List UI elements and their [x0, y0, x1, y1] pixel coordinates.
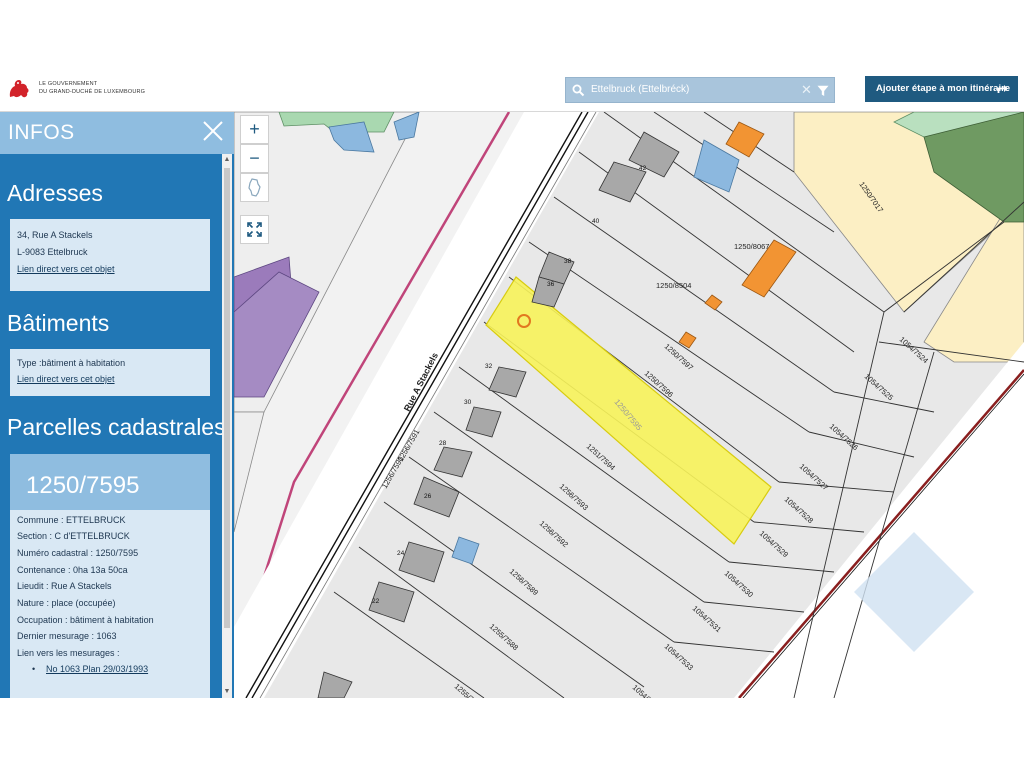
scrollbar-thumb[interactable] — [224, 168, 230, 628]
parcel-info-line: Section : C d'ETTELBRUCK — [17, 531, 130, 541]
zoom-out-label: − — [249, 148, 260, 168]
address-street: 34, Rue A Stackels — [17, 230, 93, 240]
bottom-blank-area — [0, 698, 1024, 768]
parcel-info-line: Dernier mesurage : 1063 — [17, 631, 117, 641]
fullscreen-icon — [247, 222, 262, 237]
geoportail-window: LE GOUVERNEMENT DU GRAND-DUCHÉ DE LUXEMB… — [0, 0, 1024, 768]
turn-right-arrow-icon — [997, 85, 1008, 93]
top-header: LE GOUVERNEMENT DU GRAND-DUCHÉ DE LUXEMB… — [0, 68, 1024, 112]
parcel-info-line: Occupation : bâtiment à habitation — [17, 615, 154, 625]
parcel-card: 1250/7595 Commune : ETTELBRUCK Section :… — [10, 454, 210, 698]
info-panel-header: INFOS — [0, 112, 234, 154]
house-number: 30 — [464, 399, 472, 406]
building-direct-link[interactable]: Lien direct vers cet objet — [17, 374, 115, 384]
measurement-link[interactable]: No 1063 Plan 29/03/1993 — [46, 664, 148, 674]
parcel-info-line: Numéro cadastral : 1250/7595 — [17, 548, 139, 558]
zoom-in-label: + — [249, 119, 260, 139]
addresses-heading: Adresses — [7, 180, 103, 206]
map-canvas[interactable]: Rue A Stackels 1250/7595 42 40 38 36 32 … — [234, 112, 1024, 698]
zoom-out-button[interactable]: − — [240, 144, 269, 173]
parcel-label: 1250/8504 — [656, 281, 691, 290]
parcel-info-line: Lien vers les mesurages : — [17, 648, 120, 658]
house-number: 32 — [485, 363, 493, 370]
government-logo-text: LE GOUVERNEMENT DU GRAND-DUCHÉ DE LUXEMB… — [39, 81, 146, 95]
parcels-heading: Parcelles cadastrales — [7, 414, 226, 440]
scroll-down-icon[interactable]: ▼ — [223, 688, 231, 696]
building-type: Type :bâtiment à habitation — [17, 358, 126, 368]
add-itinerary-step-button[interactable]: Ajouter étape à mon itinéraire — [865, 76, 1018, 102]
house-number: 38 — [564, 258, 572, 265]
close-icon[interactable]: ✕ — [801, 82, 812, 98]
house-number: 26 — [424, 493, 432, 500]
country-extent-button[interactable] — [240, 173, 269, 202]
parcel-info-line: Contenance : 0ha 13a 50ca — [17, 565, 128, 575]
cadastral-map[interactable]: Rue A Stackels 1250/7595 42 40 38 36 32 … — [234, 112, 1024, 698]
fullscreen-button[interactable] — [240, 215, 269, 244]
filter-icon[interactable] — [817, 85, 829, 97]
address-direct-link[interactable]: Lien direct vers cet objet — [17, 264, 115, 274]
luxembourg-outline-icon — [248, 178, 261, 197]
close-icon[interactable] — [202, 120, 224, 142]
list-bullet: • — [32, 664, 36, 674]
parcel-info-line: Nature : place (occupée) — [17, 598, 116, 608]
search-input[interactable]: Ettelbruck (Ettelbréck) ✕ — [565, 77, 835, 103]
building-card: Type :bâtiment à habitation Lien direct … — [10, 349, 210, 396]
itinerary-button-label: Ajouter étape à mon itinéraire — [876, 83, 1011, 94]
house-number: 28 — [439, 440, 447, 447]
zoom-in-button[interactable]: + — [240, 115, 269, 144]
info-panel-title: INFOS — [8, 121, 75, 144]
house-number: 22 — [372, 598, 380, 605]
buildings-heading: Bâtiments — [7, 310, 110, 336]
parcel-number: 1250/7595 — [26, 472, 140, 499]
house-number: 36 — [547, 281, 555, 288]
parcel-label: 1250/8067 — [734, 242, 769, 251]
parcel-info-line: Lieudit : Rue A Stackels — [17, 581, 112, 591]
house-number: 24 — [397, 550, 405, 557]
info-panel: INFOS Adresses 34, Rue A Stackels L-9083… — [0, 112, 234, 698]
house-number: 42 — [639, 165, 647, 172]
parcel-info-line: Commune : ETTELBRUCK — [17, 515, 126, 525]
house-number: 40 — [592, 218, 600, 225]
scroll-up-icon[interactable]: ▲ — [223, 156, 231, 164]
address-city: L-9083 Ettelbruck — [17, 247, 88, 257]
search-icon — [572, 84, 585, 97]
lion-logo-icon[interactable] — [6, 77, 32, 101]
address-card: 34, Rue A Stackels L-9083 Ettelbruck Lie… — [10, 219, 210, 291]
search-value: Ettelbruck (Ettelbréck) — [591, 84, 690, 95]
